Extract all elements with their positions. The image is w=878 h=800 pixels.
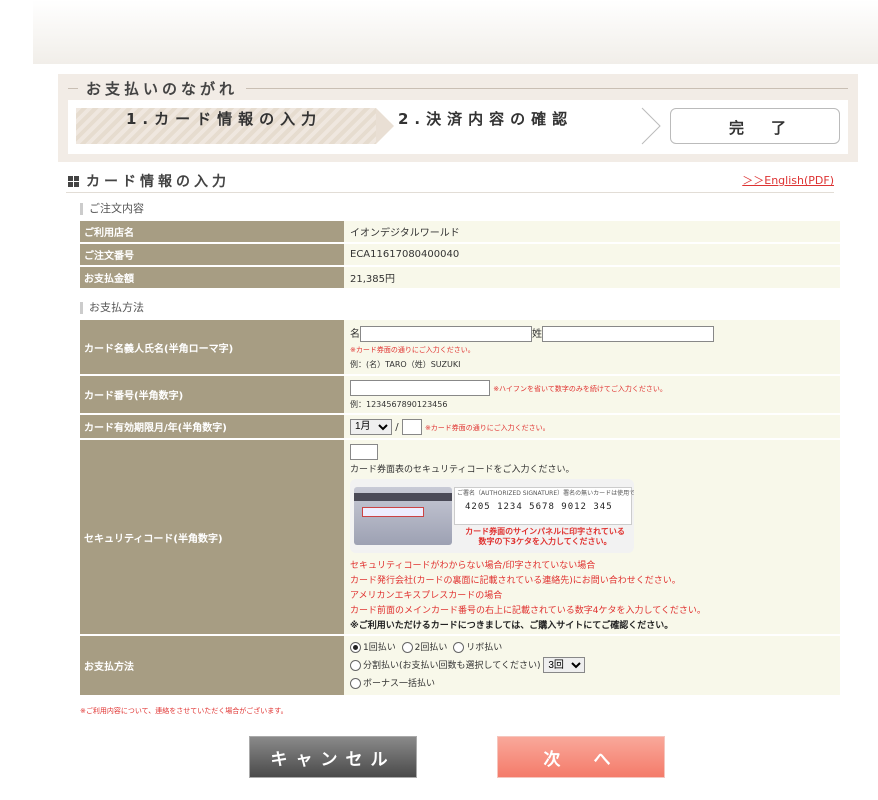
payment-method-label: お支払方法 xyxy=(80,636,344,695)
security-instruction: カード券面表のセキュリティコードをご入力ください。 xyxy=(350,465,575,475)
revolving-radio[interactable] xyxy=(453,641,465,653)
card-number-cell: ※ハイフンを省いて数字のみを続けてご入力ください。 例：123456789012… xyxy=(344,376,840,413)
table-row: カード名義人氏名(半角ローマ字) 名 姓 ※カード券面の通りにご入力ください。 例… xyxy=(80,320,840,374)
shop-name-value: イオンデジタルワールド xyxy=(344,221,840,242)
expiry-separator: / xyxy=(395,421,399,433)
expiry-note: ※カード券面の通りにご入力ください。 xyxy=(424,423,550,432)
security-help-line: カード前面のメインカード番号の右上に記載されている数字4ケタを入力してください。 xyxy=(350,606,706,616)
flow-title: お支払いのながれ xyxy=(68,78,848,99)
name-note: ※カード券面の通りにご入力ください。 xyxy=(350,345,475,354)
contact-footnote: ※ご利用内容について、連絡をさせていただく場合がございます。 xyxy=(80,707,288,715)
step-3: 完 了 xyxy=(670,108,840,144)
bonus-radio[interactable] xyxy=(350,677,361,689)
payment-method-cell: 1回払い 2回払い リボ払い 分割払い(お支払い回数も選択してください) 3回 … xyxy=(344,636,840,695)
order-heading: ご注文内容 xyxy=(80,203,144,215)
step-1-label: 1.カード情報の入力 xyxy=(126,110,323,128)
next-button[interactable]: 次 へ xyxy=(498,737,664,777)
card-number-note: ※ハイフンを省いて数字のみを続けてご入力ください。 xyxy=(493,384,667,393)
illustration-caption: カード券面のサインパネルに印字されている 数字の下3ケタを入力してください。 xyxy=(460,527,630,547)
installment-label: 分割払い(お支払い回数も選択してください) xyxy=(363,660,541,671)
card-number-label: カード番号(半角数字) xyxy=(80,376,344,413)
table-row: カード番号(半角数字) ※ハイフンを省いて数字のみを続けてご入力ください。 例：… xyxy=(80,376,840,413)
table-row: お支払方法 1回払い 2回払い リボ払い 分割払い(お支払い回数も選択してくださ… xyxy=(80,636,840,695)
signature-caption: ご署名（AUTHORIZED SIGNATURE）署名の無いカードは使用できませ… xyxy=(457,490,634,497)
expiry-cell: 1月 / ※カード券面の通りにご入力ください。 xyxy=(344,415,840,438)
first-name-input[interactable] xyxy=(360,325,532,342)
security-code-label: セキュリティコード(半角数字) xyxy=(80,440,344,634)
card-availability-note: ※ご利用いただけるカードにつきましては、ご購入サイトにてご確認ください。 xyxy=(350,621,674,631)
cardholder-name-label: カード名義人氏名(半角ローマ字) xyxy=(80,320,344,374)
table-row: お支払金額 21,385円 xyxy=(80,267,840,288)
flow-steps: 1.カード情報の入力 2.決済内容の確認 完 了 xyxy=(68,100,848,154)
amount-label: お支払金額 xyxy=(80,267,344,288)
expiry-year-input[interactable] xyxy=(401,418,422,435)
table-row: セキュリティコード(半角数字) カード券面表のセキュリティコードをご入力ください… xyxy=(80,440,840,634)
security-code-cell: カード券面表のセキュリティコードをご入力ください。 ご署名（AUTHORIZED… xyxy=(344,440,840,634)
two-installments-radio[interactable] xyxy=(401,641,413,653)
section-header: カード情報の入力 ＞＞English(PDF) xyxy=(66,170,834,193)
payment-flow: お支払いのながれ 1.カード情報の入力 2.決済内容の確認 完 了 xyxy=(58,74,858,162)
expiry-month-select[interactable]: 1月 xyxy=(350,418,392,435)
security-help: セキュリティコードがわからない場合/印字されていない場合 カード発行会社(カード… xyxy=(350,559,840,619)
step-arrow-icon xyxy=(641,107,661,145)
table-row: ご注文番号 ECA11617080400040 xyxy=(80,244,840,265)
card-number-input[interactable] xyxy=(350,379,490,396)
security-help-line: セキュリティコードがわからない場合/印字されていない場合 xyxy=(350,561,596,571)
order-table: ご利用店名 イオンデジタルワールド ご注文番号 ECA1161708040004… xyxy=(80,219,840,290)
grid-icon xyxy=(68,176,79,187)
cancel-button[interactable]: キャンセル xyxy=(250,737,416,777)
security-help-line: カード発行会社(カードの裏面に記載されている連絡先)にお問い合わせください。 xyxy=(350,576,681,586)
last-name-prefix: 姓 xyxy=(532,328,542,340)
top-banner xyxy=(33,0,878,64)
first-name-prefix: 名 xyxy=(350,328,360,340)
name-example: 例：(名）TARO（姓）SUZUKI xyxy=(350,359,461,369)
shop-name-label: ご利用店名 xyxy=(80,221,344,242)
revolving-label: リボ払い xyxy=(466,642,503,653)
table-row: ご利用店名 イオンデジタルワールド xyxy=(80,221,840,242)
step-2-label: 2.決済内容の確認 xyxy=(398,110,574,128)
installment-radio[interactable] xyxy=(350,659,361,671)
card-number-example: 例：1234567890123456 xyxy=(350,399,448,409)
signature-panel: ご署名（AUTHORIZED SIGNATURE）署名の無いカードは使用できませ… xyxy=(454,487,634,525)
expiry-label: カード有効期限月/年(半角数字) xyxy=(80,415,344,438)
lump-sum-radio[interactable] xyxy=(350,641,361,653)
payment-heading: お支払方法 xyxy=(80,302,144,314)
last-name-input[interactable] xyxy=(542,325,714,342)
credit-card-icon xyxy=(354,487,452,545)
illustration-caption-line-2: 数字の下3ケタを入力してください。 xyxy=(478,537,612,546)
bonus-label: ボーナス一括払い xyxy=(363,678,436,689)
security-help-line: アメリカンエキスプレスカードの場合 xyxy=(350,591,503,601)
table-row: カード有効期限月/年(半角数字) 1月 / ※カード券面の通りにご入力ください。 xyxy=(80,415,840,438)
english-pdf-link[interactable]: ＞＞English(PDF) xyxy=(742,172,834,188)
section-title: カード情報の入力 xyxy=(86,174,230,190)
security-code-input[interactable] xyxy=(350,444,378,460)
card-back-illustration: ご署名（AUTHORIZED SIGNATURE）署名の無いカードは使用できませ… xyxy=(350,479,634,553)
cardholder-name-cell: 名 姓 ※カード券面の通りにご入力ください。 例：(名）TARO（姓）SUZUKI xyxy=(344,320,840,374)
lump-sum-label: 1回払い xyxy=(363,642,396,653)
two-installments-label: 2回払い xyxy=(414,642,448,653)
amount-value: 21,385円 xyxy=(344,267,840,288)
order-number-value: ECA11617080400040 xyxy=(344,244,840,265)
flow-title-text: お支払いのながれ xyxy=(78,78,247,99)
step-3-label: 完 了 xyxy=(729,119,793,137)
installment-count-select[interactable]: 3回 xyxy=(543,657,586,673)
illustration-caption-line-1: カード券面のサインパネルに印字されている xyxy=(465,527,625,536)
signature-numbers: 4205 1234 5678 9012 345 xyxy=(465,502,613,512)
order-number-label: ご注文番号 xyxy=(80,244,344,265)
payment-table: カード名義人氏名(半角ローマ字) 名 姓 ※カード券面の通りにご入力ください。 例… xyxy=(80,318,840,697)
